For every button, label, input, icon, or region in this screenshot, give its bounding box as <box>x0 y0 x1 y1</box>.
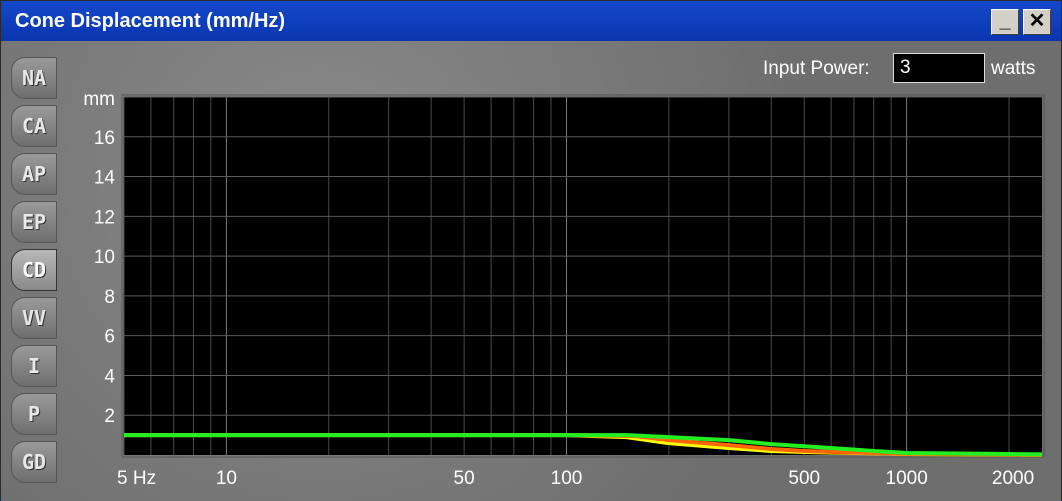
x-tick-label: 500 <box>788 468 820 489</box>
x-tick-label: 50 <box>454 468 475 489</box>
y-tick-label: 8 <box>104 287 115 308</box>
cone-displacement-window: Cone Displacement (mm/Hz) _ ✕ NA CA AP E… <box>0 0 1062 501</box>
y-tick-label: 12 <box>94 207 115 228</box>
y-tick-label: 6 <box>104 327 115 348</box>
y-tick-label: 10 <box>94 247 115 268</box>
y-tick-label: 14 <box>94 168 116 189</box>
x-tick-label: 10 <box>216 468 237 489</box>
y-axis-unit-label: mm <box>83 89 115 110</box>
displacement-chart: mm 2 4 6 8 10 12 14 16 5 Hz 10 50 100 500 1000 2000 <box>83 89 1045 489</box>
y-tick-label: 2 <box>104 406 115 427</box>
plot-area <box>124 97 1042 455</box>
x-tick-label: 2000 <box>992 468 1034 489</box>
y-tick-label: 16 <box>94 128 115 149</box>
x-axis: 5 Hz 10 50 100 500 1000 2000 <box>117 468 1034 489</box>
y-axis: mm 2 4 6 8 10 12 14 16 <box>83 89 115 427</box>
x-tick-label: 1000 <box>886 468 928 489</box>
x-tick-label: 5 Hz <box>117 468 156 489</box>
x-tick-label: 100 <box>551 468 583 489</box>
y-tick-label: 4 <box>104 366 115 387</box>
